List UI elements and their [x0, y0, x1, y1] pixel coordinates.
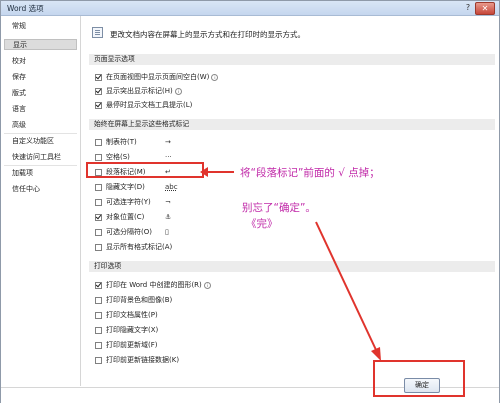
ok-button[interactable]: 确定 [404, 378, 440, 393]
annotation-diagonal-arrow [315, 221, 381, 361]
